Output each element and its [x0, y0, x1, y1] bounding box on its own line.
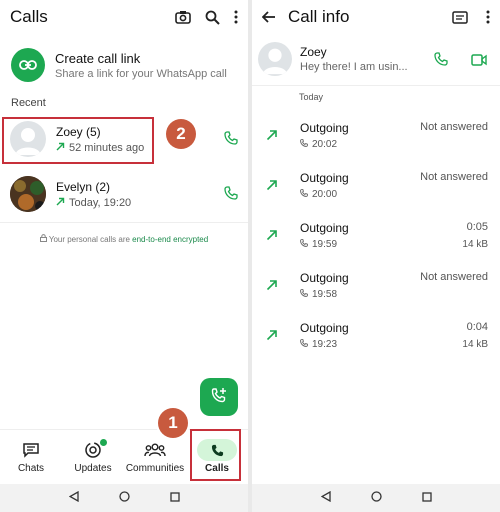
encryption-link[interactable]: end-to-end encrypted — [132, 235, 208, 244]
more-options-icon[interactable] — [234, 10, 238, 24]
video-call-icon[interactable] — [471, 53, 487, 71]
call-direction: Outgoing — [300, 221, 349, 235]
outgoing-arrow-icon — [266, 178, 278, 196]
call-direction: Outgoing — [300, 271, 349, 285]
avatar — [10, 176, 46, 212]
chat-icon — [22, 437, 40, 463]
page-title: Call info — [288, 7, 350, 26]
call-data-size: 14 kB — [462, 339, 488, 350]
avatar — [258, 42, 292, 76]
phone-small-icon — [300, 289, 308, 300]
call-status: Not answered — [420, 121, 488, 133]
day-label: Today — [299, 92, 324, 102]
phone-small-icon — [300, 339, 308, 350]
search-icon[interactable] — [205, 10, 220, 25]
call-time: Today, 19:20 — [69, 196, 132, 209]
call-log-entry: Outgoing 20:02 Not answered — [252, 118, 500, 158]
voice-call-icon[interactable] — [434, 52, 448, 71]
contact-name: Evelyn (2) — [56, 179, 111, 194]
outgoing-arrow-icon — [266, 128, 278, 146]
camera-icon[interactable] — [175, 10, 191, 24]
encryption-text: Your personal calls are — [48, 235, 133, 244]
call-log-entry: Outgoing 19:58 Not answered — [252, 268, 500, 308]
add-call-icon — [211, 387, 227, 408]
outgoing-arrow-icon — [266, 328, 278, 346]
nav-chats[interactable]: Chats — [0, 430, 62, 480]
highlight-box-calls-tab — [190, 429, 241, 481]
call-time: 20:00 — [312, 189, 338, 200]
phone-small-icon — [300, 239, 308, 250]
call-status: Not answered — [420, 171, 488, 183]
encryption-notice: Your personal calls are end-to-end encry… — [0, 234, 248, 244]
create-call-link-title: Create call link — [55, 50, 141, 66]
call-time: 19:23 — [312, 339, 338, 350]
call-status: 0:05 — [466, 221, 488, 233]
nav-label: Updates — [74, 463, 112, 474]
voice-call-icon[interactable] — [224, 131, 238, 150]
back-triangle-icon[interactable] — [320, 489, 331, 507]
create-call-link-item[interactable]: Create call link Share a link for your W… — [11, 48, 227, 82]
call-log-entry: Outgoing 20:00 Not answered — [252, 168, 500, 208]
recents-square-icon[interactable] — [169, 489, 180, 507]
back-arrow-icon[interactable] — [262, 11, 276, 23]
call-time: 20:02 — [312, 139, 338, 150]
recents-square-icon[interactable] — [421, 489, 432, 507]
call-info-screen: Call info Zoey Hey there! I am usin... T… — [252, 0, 500, 512]
back-triangle-icon[interactable] — [68, 489, 79, 507]
new-call-button[interactable] — [200, 378, 238, 416]
call-status: 0:04 — [466, 321, 488, 333]
message-icon[interactable] — [452, 10, 468, 24]
outgoing-arrow-icon — [266, 278, 278, 296]
voice-call-icon[interactable] — [224, 186, 238, 205]
home-circle-icon[interactable] — [370, 489, 382, 507]
system-navigation-bar — [252, 484, 500, 512]
call-direction: Outgoing — [300, 121, 349, 135]
nav-label: Chats — [17, 463, 45, 474]
phone-small-icon — [300, 189, 308, 200]
system-navigation-bar — [0, 484, 248, 512]
more-options-icon[interactable] — [486, 10, 490, 24]
highlight-box-zoey — [2, 117, 154, 164]
contact-header[interactable]: Zoey Hey there! I am usin... — [258, 42, 408, 76]
call-direction: Outgoing — [300, 171, 349, 185]
step-marker-1: 1 — [158, 408, 188, 438]
link-icon — [11, 48, 45, 82]
call-status: Not answered — [420, 271, 488, 283]
contact-status: Hey there! I am usin... — [300, 61, 408, 73]
lock-icon — [39, 234, 47, 244]
status-icon — [84, 437, 107, 463]
divider — [252, 85, 500, 86]
page-title: Calls — [10, 7, 48, 26]
calls-screen: Calls Create call link Share a link for … — [0, 0, 248, 512]
outgoing-arrow-icon — [266, 228, 278, 246]
step-marker-2: 2 — [166, 119, 196, 149]
nav-label: Communities — [125, 463, 185, 474]
call-row-evelyn[interactable]: Evelyn (2) Today, 19:20 — [0, 173, 248, 215]
divider — [0, 222, 248, 223]
outgoing-arrow-icon — [56, 197, 65, 209]
create-call-link-subtitle: Share a link for your WhatsApp call — [55, 67, 227, 80]
call-info-top-bar: Call info — [252, 0, 500, 34]
call-time: 19:58 — [312, 289, 338, 300]
communities-icon — [144, 437, 166, 463]
unread-dot — [100, 439, 107, 446]
call-log-entry: Outgoing 19:23 0:04 14 kB — [252, 318, 500, 358]
home-circle-icon[interactable] — [118, 489, 130, 507]
phone-small-icon — [300, 139, 308, 150]
contact-name: Zoey — [300, 45, 327, 59]
recent-section-label: Recent — [11, 97, 46, 109]
nav-updates[interactable]: Updates — [62, 430, 124, 480]
calls-top-bar: Calls — [0, 0, 248, 34]
call-time: 19:59 — [312, 239, 338, 250]
call-direction: Outgoing — [300, 321, 349, 335]
call-log-entry: Outgoing 19:59 0:05 14 kB — [252, 218, 500, 258]
call-data-size: 14 kB — [462, 239, 488, 250]
